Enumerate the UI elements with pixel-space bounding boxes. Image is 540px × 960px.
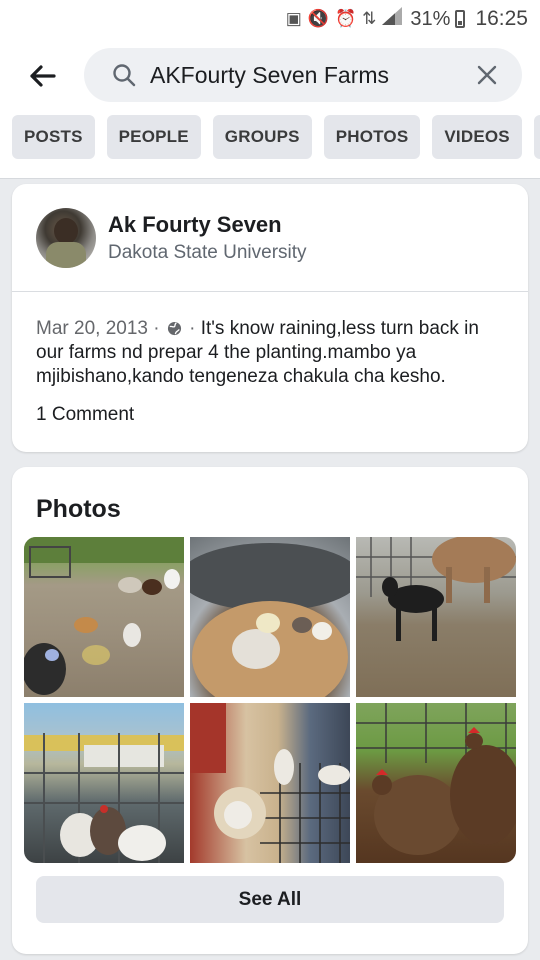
photo-thumbnail[interactable]	[356, 537, 516, 697]
search-icon	[113, 64, 136, 87]
alarm-icon: ⏰	[334, 9, 357, 28]
search-input[interactable]	[150, 48, 470, 102]
avatar[interactable]	[36, 208, 96, 268]
photo-thumbnail[interactable]	[190, 537, 350, 697]
status-bar: ▣ 🔇 ⏰ ⇅ 31% 16:25	[0, 0, 540, 38]
post-separator-2: ·	[189, 318, 196, 339]
globe-icon	[167, 321, 181, 336]
back-button[interactable]	[24, 58, 60, 94]
mute-icon: 🔇	[307, 9, 329, 28]
avatar-body	[46, 242, 86, 268]
photo-thumbnail[interactable]	[356, 703, 516, 863]
search-box[interactable]	[84, 48, 522, 102]
photos-title: Photos	[36, 495, 121, 523]
search-header: POSTS PEOPLE GROUPS PHOTOS VIDEOS P	[0, 38, 540, 179]
profile-post-card: Ak Fourty Seven Dakota State University …	[12, 184, 528, 452]
notification-icon: ▣	[285, 9, 302, 28]
profile-subtitle: Dakota State University	[108, 242, 307, 263]
avatar-face	[54, 218, 78, 244]
filter-people[interactable]: PEOPLE	[106, 115, 201, 159]
photo-thumbnail[interactable]	[24, 703, 184, 863]
filter-videos[interactable]: VIDEOS	[432, 115, 522, 159]
battery-percent: 31%	[410, 7, 451, 30]
back-arrow-icon	[30, 65, 56, 87]
post-separator: ·	[153, 318, 160, 339]
filter-photos[interactable]: PHOTOS	[323, 115, 421, 159]
filter-tabs: POSTS PEOPLE GROUPS PHOTOS VIDEOS P	[12, 115, 540, 159]
post-body: Mar 20, 2013 · · It's know raining,less …	[36, 317, 502, 389]
photo-grid	[24, 537, 516, 863]
profile-name[interactable]: Ak Fourty Seven	[108, 212, 282, 238]
clear-search-icon[interactable]	[476, 64, 498, 86]
photo-thumbnail[interactable]	[190, 703, 350, 863]
battery-icon	[455, 10, 466, 28]
filter-pages[interactable]: P	[533, 115, 540, 159]
see-all-button[interactable]: See All	[36, 876, 504, 923]
comment-count[interactable]: 1 Comment	[36, 404, 134, 426]
clock-time: 16:25	[475, 7, 528, 30]
signal-icon	[382, 7, 403, 31]
filter-groups[interactable]: GROUPS	[212, 115, 312, 159]
filter-posts[interactable]: POSTS	[12, 115, 95, 159]
post-date[interactable]: Mar 20, 2013	[36, 318, 148, 339]
divider	[12, 291, 528, 292]
data-icon: ⇅	[362, 9, 377, 28]
photos-card: Photos See All	[12, 467, 528, 954]
photo-thumbnail[interactable]	[24, 537, 184, 697]
